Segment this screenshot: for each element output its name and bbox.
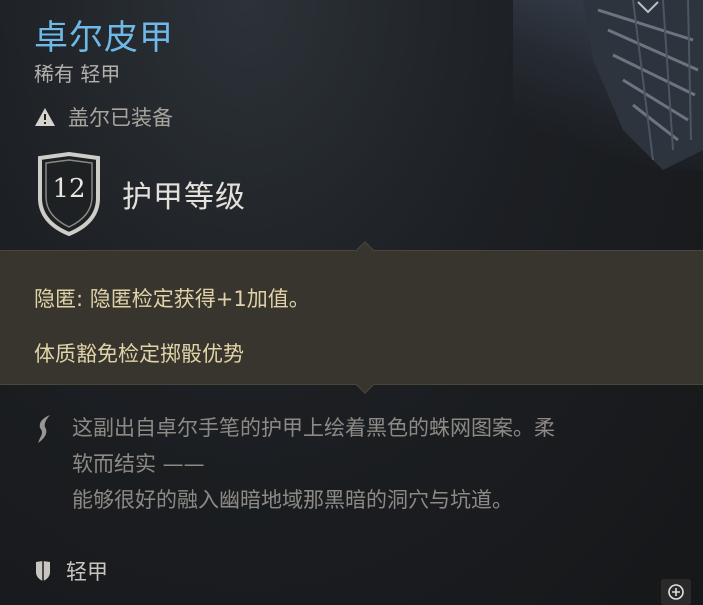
item-description: 这副出自卓尔手笔的护甲上绘着黑色的蛛网图案。柔 软而结实 —— 能够很好的融入幽… [34, 410, 694, 518]
armor-artwork [513, 0, 703, 170]
description-line-3: 能够很好的融入幽暗地域那黑暗的洞穴与坑道。 [72, 488, 513, 512]
panel-notch-top [355, 241, 375, 261]
item-name: 卓尔皮甲 [34, 18, 174, 58]
panel-notch-bottom [355, 374, 375, 394]
item-tooltip: 卓尔皮甲 稀有 轻甲 盖尔已装备 12 护甲等级 隐匿: 隐匿检定获得+1加值。… [0, 0, 703, 605]
light-armor-shield-icon [36, 561, 50, 581]
equipped-status: 盖尔已装备 [34, 102, 173, 132]
zoom-in-icon [668, 584, 684, 600]
warning-triangle-icon [35, 108, 55, 126]
equipped-text: 盖尔已装备 [68, 106, 173, 130]
quill-icon [38, 415, 50, 443]
armor-class-value: 12 [52, 174, 86, 204]
description-line-1: 这副出自卓尔手笔的护甲上绘着黑色的蛛网图案。柔 [72, 416, 555, 440]
effects-panel: 隐匿: 隐匿检定获得+1加值。 体质豁免检定掷骰优势 [0, 241, 703, 394]
armor-class-badge: 12 [34, 152, 104, 236]
effect-constitution-save: 体质豁免检定掷骰优势 [34, 342, 244, 366]
armor-art-icon [583, 0, 703, 170]
armor-class-row: 12 护甲等级 [34, 152, 246, 236]
effect-stealth: 隐匿: 隐匿检定获得+1加值。 [34, 287, 310, 311]
armor-type-footer: 轻甲 [34, 556, 108, 586]
item-rarity-type: 稀有 轻甲 [34, 62, 121, 86]
description-line-2: 软而结实 —— [72, 452, 205, 476]
zoom-button[interactable] [661, 579, 691, 605]
armor-type-label: 轻甲 [66, 560, 108, 584]
armor-class-label: 护甲等级 [122, 180, 246, 215]
